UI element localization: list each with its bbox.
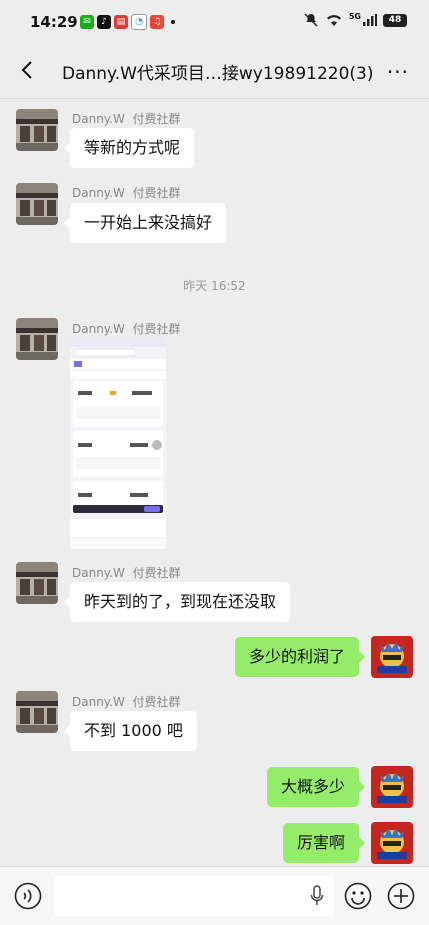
add-icon[interactable] [387, 882, 415, 910]
microphone-icon[interactable] [310, 885, 324, 907]
avatar-danny[interactable] [16, 562, 58, 604]
news-icon: ▤ [114, 15, 128, 29]
sender-name: Danny.W 付费社群 [72, 322, 181, 336]
avatar-danny[interactable] [16, 109, 58, 151]
mute-icon [304, 13, 318, 27]
back-icon[interactable] [16, 58, 40, 82]
status-time: 14:29 [30, 13, 78, 31]
image-message[interactable] [70, 337, 166, 549]
tiktok-icon: ♪ [97, 15, 111, 29]
chat-title: Danny.W代采项目…接wy19891220(3) [62, 64, 374, 84]
message-bubble[interactable]: 一开始上来没搞好 [63, 203, 227, 243]
avatar-self[interactable] [371, 766, 413, 808]
message-bubble-self[interactable]: 多少的利润了 [234, 637, 366, 677]
avatar-self[interactable] [371, 822, 413, 864]
signal-icon [363, 14, 377, 26]
avatar-danny[interactable] [16, 183, 58, 225]
message-bubble-self[interactable]: 厉害啊 [282, 823, 366, 863]
chat-header: Danny.W代采项目…接wy19891220(3) ··· [0, 44, 429, 99]
avatar-danny[interactable] [16, 318, 58, 360]
emoji-icon[interactable] [344, 882, 372, 910]
timestamp: 昨天 16:52 [183, 279, 246, 293]
message-bubble-self[interactable]: 大概多少 [266, 767, 366, 807]
avatar-danny[interactable] [16, 691, 58, 733]
sender-name: Danny.W 付费社群 [72, 186, 181, 200]
more-notifications-icon [171, 20, 175, 24]
message-bubble[interactable]: 昨天到的了，到现在还没取 [63, 582, 291, 622]
network-label: 5G [348, 12, 361, 21]
message-bubble[interactable]: 不到 1000 吧 [64, 711, 197, 751]
message-bubble[interactable]: 等新的方式呢 [63, 128, 195, 168]
notification-icons: ✉ ♪ ▤ ◔ ♫ [80, 14, 175, 30]
wifi-icon [326, 15, 341, 26]
voice-toggle-icon[interactable] [14, 882, 42, 910]
status-right: 5G 48 [303, 12, 407, 28]
chat-app-icon: ◔ [131, 14, 147, 30]
avatar-self[interactable] [371, 636, 413, 678]
sender-name: Danny.W 付费社群 [72, 566, 181, 580]
message-input[interactable] [54, 876, 334, 916]
more-options-icon[interactable]: ··· [387, 60, 409, 84]
battery-icon: 48 [383, 13, 407, 27]
sender-name: Danny.W 付费社群 [72, 112, 181, 126]
input-bar [0, 866, 429, 925]
music-icon: ♫ [150, 15, 164, 29]
status-bar: 14:29 ✉ ♪ ▤ ◔ ♫ 5G 48 [0, 0, 429, 44]
sender-name: Danny.W 付费社群 [72, 695, 181, 709]
wechat-icon: ✉ [80, 15, 94, 29]
